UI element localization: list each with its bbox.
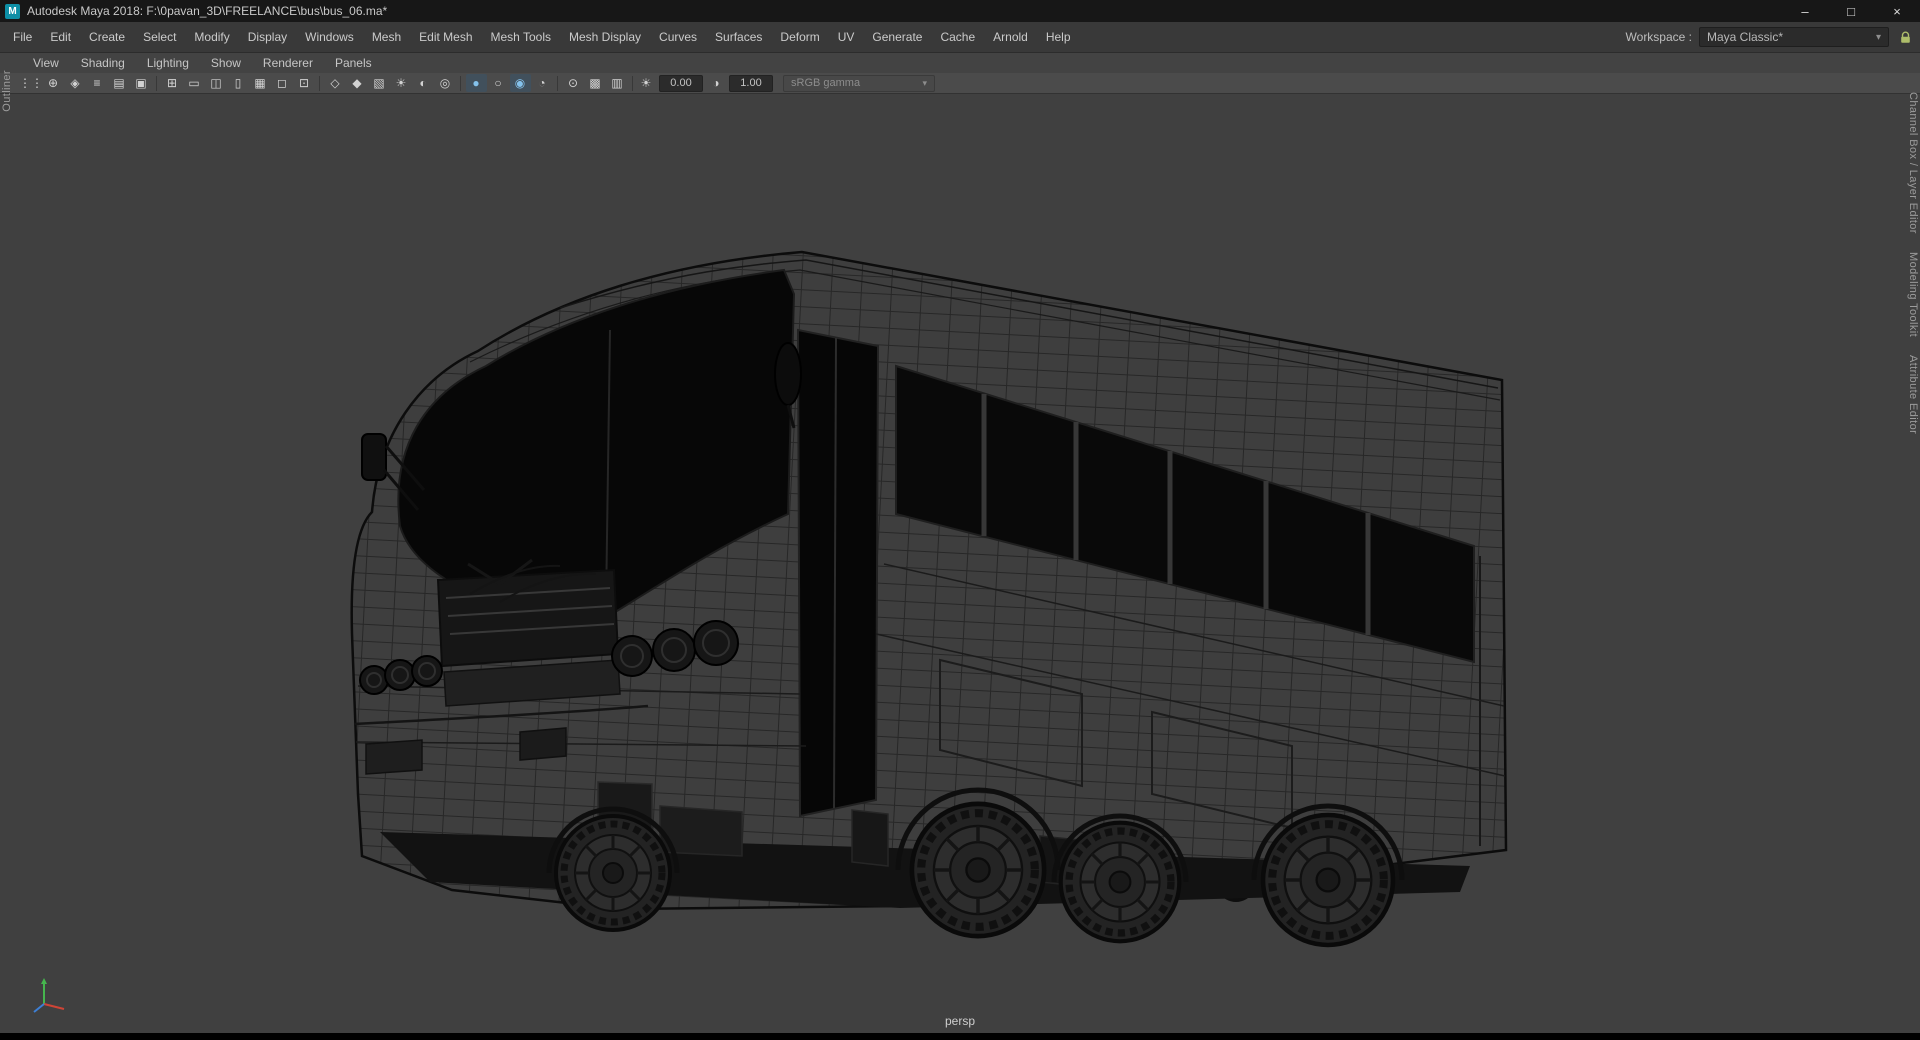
menu-item[interactable]: Curves: [650, 22, 706, 52]
maximize-button[interactable]: □: [1828, 0, 1874, 22]
side-tab[interactable]: Attribute Editor: [1907, 355, 1919, 434]
image-plane-icon[interactable]: ▣: [131, 74, 152, 92]
isolate-select-icon[interactable]: ⊙: [563, 74, 584, 92]
lighting-sphere-icon[interactable]: ●: [465, 74, 487, 92]
perspective-viewport[interactable]: persp: [0, 94, 1920, 1033]
menu-item[interactable]: Generate: [863, 22, 931, 52]
workspace-label: Workspace :: [1625, 30, 1692, 44]
titlebar: M Autodesk Maya 2018: F:\0pavan_3D\FREEL…: [0, 0, 1920, 22]
menu-item[interactable]: Windows: [296, 22, 363, 52]
bus-wireframe-model: [350, 250, 1508, 1033]
exposure-icon[interactable]: ☀: [637, 76, 655, 90]
gate-mask-icon[interactable]: ▯: [228, 74, 249, 92]
panel-menu-item[interactable]: Lighting: [136, 53, 200, 73]
textured-icon[interactable]: ▧: [369, 74, 390, 92]
toolbar-icons: ⋮⋮ ⊕ ◈ ≡ ▤ ▣ ⊞ ▭ ◫ ▯ ▦ ◻ ⊡ ◇ ◆ ▧ ☀ ◐ ◎ ● ○ ◉ ◔ ⊙ ▩ ▥: [19, 74, 637, 92]
motion-blur-icon[interactable]: ◔: [532, 74, 553, 92]
gamma-field[interactable]: 1.00: [729, 74, 773, 92]
panel-toolbar: ⋮⋮ ⊕ ◈ ≡ ▤ ▣ ⊞ ▭ ◫ ▯ ▦ ◻ ⊡ ◇ ◆ ▧ ☀ ◐ ◎ ● ○ ◉ ◔ ⊙ ▩ ▥ ☀ 0.00 ◑ 1.0…: [0, 73, 1920, 94]
minimize-button[interactable]: –: [1782, 0, 1828, 22]
field-chart-icon[interactable]: ▦: [250, 74, 271, 92]
window-title: Autodesk Maya 2018: F:\0pavan_3D\FREELAN…: [27, 4, 388, 18]
right-panel-tabs: Channel Box / Layer Editor Modeling Toolk…: [1907, 92, 1919, 434]
menu-item[interactable]: Arnold: [984, 22, 1037, 52]
ssao-icon[interactable]: ◉: [509, 74, 531, 92]
toolbar-separator: [156, 75, 157, 91]
lock-camera-icon[interactable]: ◈: [65, 74, 86, 92]
workspace-lock-icon[interactable]: [1896, 28, 1914, 46]
panel-menu-item[interactable]: Renderer: [252, 53, 324, 73]
panel-area: View Shading Lighting Show Renderer Panels ⋮⋮…: [0, 53, 1920, 1033]
side-tab[interactable]: Channel Box / Layer Editor: [1907, 92, 1919, 234]
flat-lighting-icon[interactable]: ○: [488, 74, 509, 92]
menu-item[interactable]: Select: [134, 22, 185, 52]
panel-menu-item[interactable]: Show: [200, 53, 252, 73]
toolbar-separator: [319, 75, 320, 91]
toolbar-separator: [460, 75, 461, 91]
use-all-lights-icon[interactable]: ☀: [391, 74, 412, 92]
colorspace-dropdown[interactable]: sRGB gamma ▾: [783, 74, 935, 92]
menu-item[interactable]: Create: [80, 22, 134, 52]
close-button[interactable]: ×: [1874, 0, 1920, 22]
menu-item[interactable]: Cache: [931, 22, 984, 52]
workspace-dropdown[interactable]: Maya Classic* ▾: [1699, 27, 1889, 47]
view-axis-gizmo[interactable]: [28, 972, 74, 1019]
safe-action-icon[interactable]: ◻: [272, 74, 293, 92]
colorspace-value: sRGB gamma: [791, 77, 861, 89]
workspace-value: Maya Classic*: [1707, 30, 1784, 44]
menu-item[interactable]: Deform: [771, 22, 828, 52]
workspace-area: Workspace : Maya Classic* ▾: [1626, 27, 1920, 47]
film-gate-icon[interactable]: ▭: [184, 74, 205, 92]
menu-items: File Edit Create Select Modify Display Windows…: [4, 22, 1080, 52]
left-panel-tabs: Outliner: [1, 70, 13, 112]
menu-item[interactable]: Help: [1037, 22, 1080, 52]
menu-item[interactable]: Edit Mesh: [410, 22, 481, 52]
smooth-shade-icon[interactable]: ◆: [347, 74, 368, 92]
menu-item[interactable]: Mesh: [363, 22, 410, 52]
contrast-icon[interactable]: ◑: [707, 76, 725, 90]
toolbar-grip[interactable]: ⋮⋮: [19, 74, 43, 92]
bookmark-icon[interactable]: ▤: [109, 74, 130, 92]
side-tab-outliner[interactable]: Outliner: [1, 70, 13, 112]
select-camera-icon[interactable]: ⊕: [43, 74, 64, 92]
menu-item[interactable]: Display: [239, 22, 296, 52]
safe-title-icon[interactable]: ⊡: [294, 74, 315, 92]
menu-item[interactable]: Edit: [41, 22, 80, 52]
camera-name-label: persp: [944, 1014, 976, 1028]
maya-logo-icon: M: [5, 3, 20, 19]
maya-window: M Autodesk Maya 2018: F:\0pavan_3D\FREEL…: [0, 0, 1920, 1040]
exposure-field[interactable]: 0.00: [659, 74, 703, 92]
side-tab[interactable]: Modeling Toolkit: [1907, 252, 1919, 337]
menu-item[interactable]: Mesh Display: [560, 22, 650, 52]
resolution-gate-icon[interactable]: ◫: [206, 74, 227, 92]
chevron-down-icon: ▾: [1875, 31, 1881, 43]
wireframe-on-shaded-icon[interactable]: ▥: [607, 74, 628, 92]
bottom-strip: [0, 1033, 1920, 1040]
camera-attributes-icon[interactable]: ≡: [87, 74, 108, 92]
panel-menu-item[interactable]: View: [22, 53, 70, 73]
wireframe-icon[interactable]: ◇: [325, 74, 346, 92]
grid-icon[interactable]: ⊞: [162, 74, 183, 92]
menu-item[interactable]: Modify: [185, 22, 238, 52]
panel-menu-item[interactable]: Shading: [70, 53, 136, 73]
menu-item[interactable]: Mesh Tools: [482, 22, 560, 52]
shadows-icon[interactable]: ◐: [413, 74, 434, 92]
main-menubar: File Edit Create Select Modify Display Windows…: [0, 22, 1920, 53]
panel-menubar: View Shading Lighting Show Renderer Panels: [0, 53, 1920, 73]
menu-item[interactable]: UV: [829, 22, 864, 52]
menu-item[interactable]: Surfaces: [706, 22, 771, 52]
occlusion-icon[interactable]: ◎: [435, 74, 456, 92]
window-controls: – □ ×: [1782, 0, 1920, 22]
menu-item[interactable]: File: [4, 22, 41, 52]
panel-menu-item[interactable]: Panels: [324, 53, 383, 73]
chevron-down-icon: ▾: [922, 77, 927, 88]
toolbar-separator: [632, 75, 633, 91]
toolbar-separator: [557, 75, 558, 91]
x-ray-icon[interactable]: ▩: [585, 74, 606, 92]
